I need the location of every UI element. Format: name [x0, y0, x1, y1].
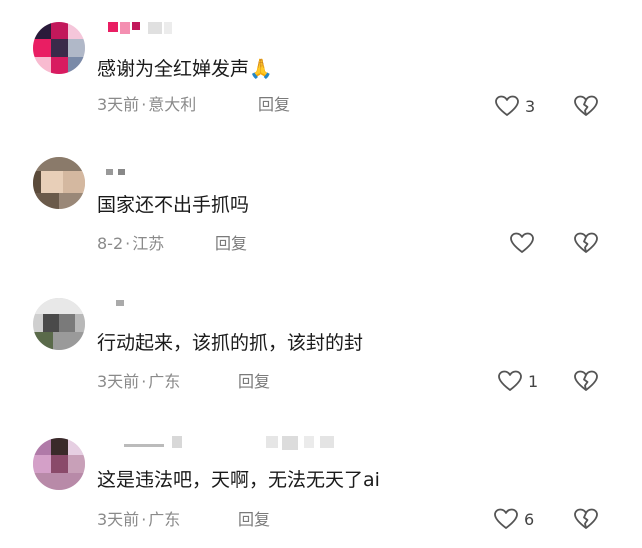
meta-separator: · [141, 510, 147, 529]
avatar[interactable] [33, 298, 85, 350]
comment-time: 8-2 [97, 234, 124, 253]
avatar[interactable] [33, 157, 85, 209]
comment-location: 江苏 [132, 234, 165, 253]
reply-button[interactable]: 回复 [238, 372, 270, 392]
comment-time: 3天前 [97, 95, 140, 114]
comment-location: 广东 [148, 372, 181, 391]
avatar[interactable] [33, 22, 85, 74]
username-blurred[interactable] [100, 300, 140, 314]
comment-text: 国家还不出手抓吗 [97, 194, 250, 216]
comment-item: 行动起来，该抓的抓，该封的封 3天前 · 广东 回复 1 [0, 276, 642, 414]
dislike-button[interactable] [573, 231, 599, 255]
comment-text: 行动起来，该抓的抓，该封的封 [97, 332, 364, 354]
broken-heart-outline-icon [574, 232, 598, 253]
broken-heart-outline-icon [574, 95, 598, 116]
comment-meta: 3天前 · 意大利 [97, 95, 196, 115]
broken-heart-outline-icon [574, 508, 598, 529]
dislike-button[interactable] [573, 94, 599, 118]
comment-location: 意大利 [148, 95, 197, 114]
comment-meta: 3天前 · 广东 [97, 510, 180, 530]
like-button[interactable] [509, 231, 540, 255]
comment-time: 3天前 [97, 510, 140, 529]
dislike-button[interactable] [573, 507, 599, 531]
comment-text: 感谢为全红婵发声🙏 [97, 58, 273, 80]
like-button[interactable]: 6 [493, 507, 534, 531]
heart-outline-icon [495, 95, 519, 116]
meta-separator: · [141, 372, 147, 391]
meta-separator: · [125, 234, 131, 253]
comment-meta: 3天前 · 广东 [97, 372, 180, 392]
comment-text: 这是违法吧，天啊，无法无天了ai [97, 469, 380, 491]
comment-item: 感谢为全红婵发声🙏 3天前 · 意大利 回复 3 [0, 0, 642, 137]
comment-item: 这是违法吧，天啊，无法无天了ai 3天前 · 广东 回复 6 [0, 414, 642, 548]
heart-outline-icon [498, 370, 522, 391]
like-count: 3 [525, 96, 536, 116]
username-blurred[interactable] [100, 436, 360, 450]
like-button[interactable]: 1 [497, 369, 538, 393]
comment-time: 3天前 [97, 372, 140, 391]
dislike-button[interactable] [573, 369, 599, 393]
like-count: 1 [528, 371, 539, 391]
reply-button[interactable]: 回复 [238, 510, 270, 530]
reply-button[interactable]: 回复 [215, 234, 247, 254]
heart-outline-icon [510, 232, 534, 253]
avatar[interactable] [33, 438, 85, 490]
comment-location: 广东 [148, 510, 181, 529]
comment-item: 国家还不出手抓吗 8-2 · 江苏 回复 [0, 137, 642, 276]
heart-outline-icon [494, 508, 518, 529]
reply-button[interactable]: 回复 [258, 95, 290, 115]
like-button[interactable]: 3 [494, 94, 535, 118]
username-blurred[interactable] [100, 22, 180, 36]
meta-separator: · [141, 95, 147, 114]
username-blurred[interactable] [100, 169, 140, 183]
broken-heart-outline-icon [574, 370, 598, 391]
like-count: 6 [524, 509, 535, 529]
comment-meta: 8-2 · 江苏 [97, 234, 164, 254]
